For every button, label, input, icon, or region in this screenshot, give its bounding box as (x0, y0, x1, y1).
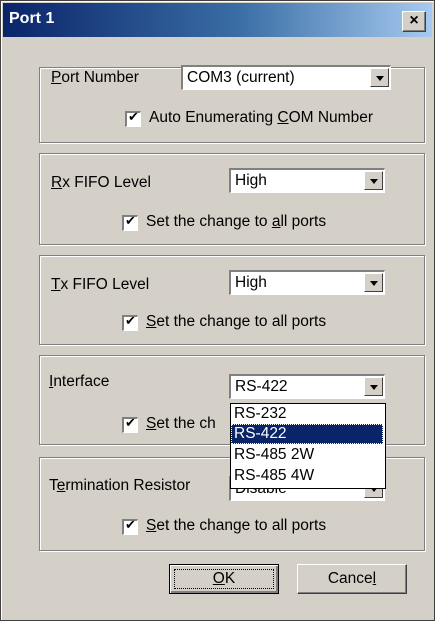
window-title: Port 1 (9, 10, 55, 27)
termination-apply-all-label: Set the change to all ports (146, 517, 327, 534)
check-icon[interactable] (122, 518, 138, 535)
interface-option-rs232[interactable]: RS-232 (231, 404, 383, 424)
rx-fifo-label: Rx FIFO Level (51, 174, 151, 191)
port-number-value: COM3 (current) (187, 69, 295, 86)
chevron-down-icon[interactable] (364, 377, 383, 396)
title-bar[interactable]: Port 1 × (3, 3, 432, 37)
port-settings-dialog: Port 1 × Port Number COM3 (current) Auto… (0, 0, 435, 621)
rx-fifo-value: High (235, 172, 267, 189)
tx-fifo-select[interactable]: High (229, 270, 385, 295)
tx-fifo-group (39, 255, 425, 345)
auto-enumerating-label: Auto Enumerating COM Number (149, 109, 373, 126)
tx-fifo-value: High (235, 274, 267, 291)
interface-option-rs485-4w[interactable]: RS-485 4W (231, 466, 383, 486)
port-number-select[interactable]: COM3 (current) (181, 65, 391, 90)
check-icon[interactable] (125, 110, 141, 127)
rx-fifo-select[interactable]: High (229, 168, 385, 193)
check-icon[interactable] (122, 314, 138, 331)
close-button[interactable]: × (402, 11, 426, 32)
interface-dropdown-list[interactable]: RS-232 RS-422 RS-485 2W RS-485 4W (230, 403, 386, 489)
ok-button[interactable]: OK (169, 564, 279, 594)
termination-label: Termination Resistor (49, 477, 191, 494)
close-icon: × (409, 12, 419, 29)
chevron-down-icon[interactable] (370, 68, 389, 87)
interface-label: Interface (49, 373, 110, 390)
tx-fifo-label: Tx FIFO Level (51, 276, 150, 293)
chevron-down-icon[interactable] (364, 273, 383, 292)
interface-apply-all-label: Set the ch (146, 415, 216, 432)
interface-option-rs422[interactable]: RS-422 (231, 424, 383, 444)
check-icon[interactable] (122, 214, 138, 231)
rx-apply-all-label: Set the change to all ports (146, 213, 327, 230)
check-icon[interactable] (122, 416, 138, 433)
interface-value: RS-422 (235, 378, 288, 395)
focus-rectangle (174, 569, 274, 589)
port-number-label: Port Number (51, 69, 139, 86)
interface-option-rs485-2w[interactable]: RS-485 2W (231, 445, 383, 465)
rx-fifo-group (39, 153, 425, 245)
tx-apply-all-label: Set the change to all ports (146, 313, 327, 330)
interface-select[interactable]: RS-422 (229, 374, 385, 399)
cancel-button[interactable]: Cancel (297, 564, 407, 594)
chevron-down-icon[interactable] (364, 171, 383, 190)
